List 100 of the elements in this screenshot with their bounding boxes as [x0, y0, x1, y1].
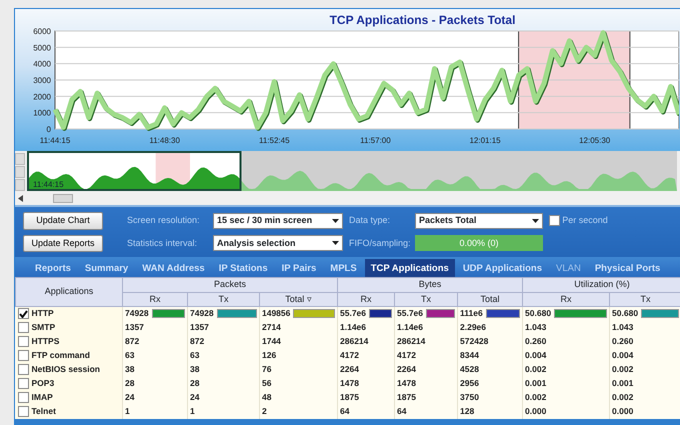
table-cell: 0.000	[610, 404, 680, 418]
y-tick-label: 0	[46, 125, 51, 134]
table-cell: 0.002	[522, 362, 610, 376]
scroll-thumb[interactable]	[53, 194, 73, 203]
y-tick-label: 1000	[33, 108, 51, 118]
checkbox[interactable]	[18, 308, 28, 320]
table-cell: 2956	[458, 376, 523, 390]
table-cell: 1478	[394, 376, 458, 390]
table-cell: 50.680	[525, 307, 552, 320]
table-cell: 0.004	[522, 348, 610, 362]
checkbox[interactable]	[18, 378, 28, 389]
application-name: SMTP	[32, 321, 56, 334]
resolution-dropdown[interactable]: 15 sec / 30 min screen	[213, 212, 343, 229]
table-cell: 1478	[338, 376, 395, 390]
field-label: Statistics interval:	[127, 236, 198, 250]
interval-dropdown[interactable]: Analysis selection	[213, 235, 343, 252]
x-tick-label: 11:57:00	[360, 136, 391, 145]
table-cell: 0.002	[610, 362, 680, 376]
table-cell: 1.043	[610, 320, 680, 334]
table-cell: 1744	[260, 334, 338, 348]
overview-time-label: 11:44:15	[33, 180, 64, 189]
table-cell: 0.002	[522, 390, 610, 404]
table-cell: 2264	[394, 362, 458, 376]
table-cell: 28	[122, 376, 188, 390]
field-label: FIFO/sampling:	[349, 236, 409, 250]
y-tick-label: 6000	[33, 27, 51, 36]
column-header[interactable]: Applications	[16, 278, 122, 306]
table-cell: 64	[338, 404, 395, 418]
table-cell: 1	[188, 404, 260, 418]
check-icon	[18, 310, 28, 318]
caret-icon	[332, 241, 339, 246]
table-cell: 4172	[394, 348, 458, 362]
data-type-dropdown[interactable]: Packets Total	[415, 212, 543, 229]
x-tick-label: 11:48:30	[149, 136, 180, 145]
table-cell: 0.001	[522, 376, 610, 390]
table-cell: 74928	[190, 307, 214, 320]
table-cell: 64	[394, 404, 458, 418]
table-cell: 149856	[262, 307, 290, 320]
table-cell: 28	[188, 376, 260, 390]
table-cell: 38	[122, 362, 188, 376]
tab[interactable]: TCP Applications	[364, 259, 455, 277]
column-header[interactable]: Rx	[522, 292, 610, 306]
application-name: POP3	[32, 377, 54, 390]
table-cell: 1.043	[522, 320, 610, 334]
y-tick-label: 2000	[33, 92, 51, 102]
table-cell: 572428	[458, 334, 523, 348]
table-cell: 0.260	[610, 334, 680, 348]
group-header: Utilization (%)	[522, 278, 680, 292]
table-cell: 872	[122, 334, 188, 348]
table-cell: 286214	[394, 334, 458, 348]
table-cell: 872	[188, 334, 260, 348]
table-cell: 1	[122, 404, 188, 418]
table-cell: 2.29e6	[458, 320, 523, 334]
y-tick-label: 4000	[33, 60, 51, 69]
field-label: Data type:	[349, 214, 392, 227]
table-cell: 1357	[188, 320, 260, 334]
checkbox[interactable]	[18, 350, 28, 361]
table-cell: 63	[122, 348, 188, 362]
table-cell: 4528	[458, 362, 523, 376]
caret-icon	[332, 218, 339, 223]
table-cell: 74928	[125, 307, 149, 320]
table-cell: 1357	[122, 320, 188, 334]
checkbox[interactable]	[18, 336, 28, 347]
table-cell: 56	[260, 376, 338, 390]
checkbox[interactable]	[18, 322, 28, 333]
table-cell: 50.680	[612, 307, 638, 320]
column-header[interactable]: Rx	[338, 292, 395, 306]
update-reports-button[interactable]: Update Reports	[23, 234, 103, 252]
checkbox[interactable]	[18, 392, 28, 403]
application-name: HTTP	[32, 307, 54, 320]
table-cell: 286214	[338, 334, 395, 348]
application-name: HTTPS	[32, 335, 60, 348]
table-cell: 0.000	[522, 404, 610, 418]
table-cell: 1.14e6	[394, 320, 458, 334]
group-header: Bytes	[338, 278, 523, 292]
column-header[interactable]: Rx	[122, 292, 188, 306]
scroll-left-icon[interactable]	[18, 194, 23, 202]
checkbox[interactable]	[18, 364, 28, 375]
column-header[interactable]: Tx	[188, 292, 260, 306]
column-header[interactable]: Total	[458, 292, 523, 306]
field-label: Screen resolution:	[127, 214, 201, 227]
column-header[interactable]: Total ▿	[260, 292, 338, 306]
column-header[interactable]: Tx	[394, 292, 458, 306]
group-header: Packets	[122, 278, 338, 292]
table-cell: 4172	[338, 348, 395, 362]
caret-icon	[532, 218, 539, 223]
table-cell: 55.7e6	[340, 307, 366, 320]
table-cell: 24	[188, 390, 260, 404]
x-tick-label: 12:01:15	[469, 136, 501, 145]
table-cell: 2	[260, 404, 338, 418]
application-name: FTP command	[32, 349, 90, 362]
table-cell: 24	[122, 390, 188, 404]
column-header[interactable]: Tx	[610, 292, 680, 306]
application-name: Telnet	[32, 405, 56, 418]
table-cell: 8344	[458, 348, 523, 362]
update-chart-button[interactable]: Update Chart	[23, 212, 103, 230]
checkbox[interactable]	[18, 406, 28, 417]
table-cell: 48	[260, 390, 338, 404]
checkbox[interactable]	[549, 215, 560, 226]
x-tick-label: 11:44:15	[40, 136, 70, 145]
